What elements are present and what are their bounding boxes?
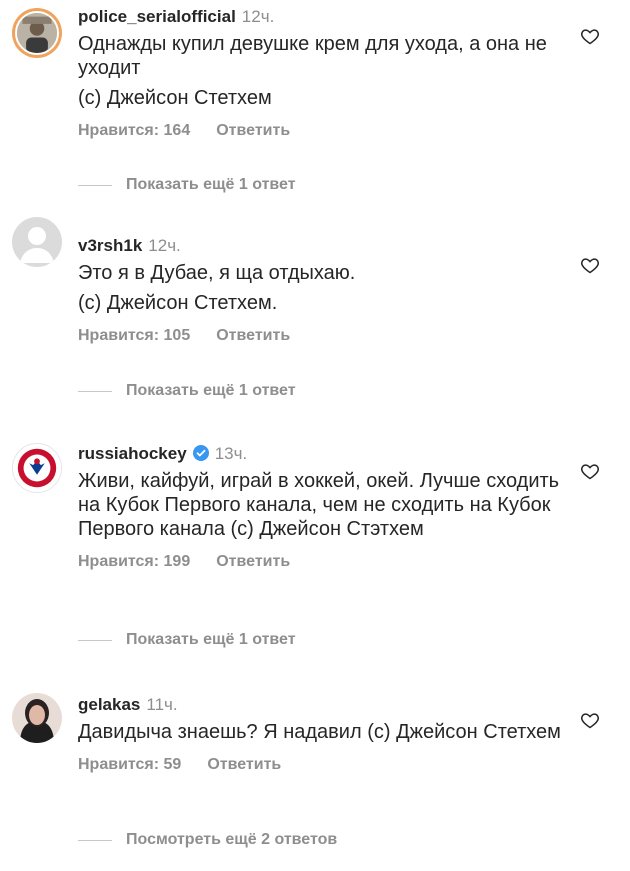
username[interactable]: police_serialofficial bbox=[78, 7, 236, 26]
timestamp[interactable]: 12ч. bbox=[148, 236, 181, 255]
reply-button[interactable]: Ответить bbox=[216, 553, 290, 571]
show-more-label[interactable]: Посмотреть ещё 2 ответов bbox=[126, 831, 337, 849]
comment-actions: Нравится: 199 Ответить bbox=[78, 553, 570, 571]
username[interactable]: v3rsh1k bbox=[78, 236, 142, 255]
comment-text-line: Живи, кайфуй, играй в хоккей, окей. Лучш… bbox=[78, 470, 560, 540]
comment-text-line: (с) Джейсон Стетхем bbox=[78, 87, 272, 109]
show-more-label[interactable]: Показать ещё 1 ответ bbox=[126, 382, 296, 400]
reply-button[interactable]: Ответить bbox=[216, 327, 290, 345]
timestamp[interactable]: 12ч. bbox=[242, 7, 275, 26]
heart-outline-icon[interactable] bbox=[580, 255, 600, 275]
verified-badge-icon bbox=[192, 445, 209, 461]
show-more-label[interactable]: Показать ещё 1 ответ bbox=[126, 631, 296, 649]
comment-text-line: Давидыча знаешь? Я надавил (с) Джейсон С… bbox=[78, 721, 561, 743]
show-more-replies[interactable]: Посмотреть ещё 2 ответов bbox=[78, 831, 337, 849]
comment-actions: Нравится: 59 Ответить bbox=[78, 756, 570, 774]
show-more-replies[interactable]: Показать ещё 1 ответ bbox=[78, 631, 296, 649]
heart-outline-icon[interactable] bbox=[580, 26, 600, 46]
user-line: russiahockey 13ч. bbox=[78, 443, 570, 465]
heart-outline-icon[interactable] bbox=[580, 710, 600, 730]
comment-actions: Нравится: 105 Ответить bbox=[78, 327, 570, 345]
divider bbox=[78, 639, 112, 641]
comment-text: Однажды купил девушке крем для ухода, а … bbox=[78, 32, 570, 110]
avatar[interactable] bbox=[12, 217, 62, 267]
comment-actions: Нравится: 164 Ответить bbox=[78, 122, 570, 140]
likes-count[interactable]: Нравится: 164 bbox=[78, 122, 190, 140]
comment-text: Давидыча знаешь? Я надавил (с) Джейсон С… bbox=[78, 720, 570, 744]
likes-count[interactable]: Нравится: 59 bbox=[78, 756, 181, 774]
likes-count[interactable]: Нравится: 199 bbox=[78, 553, 190, 571]
heart-outline-icon[interactable] bbox=[580, 461, 600, 481]
timestamp[interactable]: 11ч. bbox=[146, 695, 177, 714]
divider bbox=[78, 839, 112, 841]
likes-count[interactable]: Нравится: 105 bbox=[78, 327, 190, 345]
show-more-replies[interactable]: Показать ещё 1 ответ bbox=[78, 176, 296, 194]
comment-text: Это я в Дубае, я ща отдыхаю. (с) Джейсон… bbox=[78, 261, 570, 315]
user-line: gelakas 11ч. bbox=[78, 694, 570, 716]
avatar[interactable] bbox=[12, 443, 62, 493]
divider bbox=[78, 390, 112, 392]
avatar[interactable] bbox=[12, 8, 62, 58]
reply-button[interactable]: Ответить bbox=[207, 756, 281, 774]
comment-text: Живи, кайфуй, играй в хоккей, окей. Лучш… bbox=[78, 469, 570, 541]
username[interactable]: russiahockey bbox=[78, 444, 187, 463]
comment-text-line: (с) Джейсон Стетхем. bbox=[78, 292, 278, 314]
user-line: v3rsh1k 12ч. bbox=[78, 235, 570, 257]
user-line: police_serialofficial 12ч. bbox=[78, 6, 570, 28]
show-more-replies[interactable]: Показать ещё 1 ответ bbox=[78, 382, 296, 400]
comment-text-line: Однажды купил девушке крем для ухода, а … bbox=[78, 33, 547, 79]
reply-button[interactable]: Ответить bbox=[216, 122, 290, 140]
timestamp[interactable]: 13ч. bbox=[215, 444, 248, 463]
avatar[interactable] bbox=[12, 693, 62, 743]
divider bbox=[78, 184, 112, 186]
show-more-label[interactable]: Показать ещё 1 ответ bbox=[126, 176, 296, 194]
username[interactable]: gelakas bbox=[78, 695, 140, 714]
comment-text-line: Это я в Дубае, я ща отдыхаю. bbox=[78, 262, 356, 284]
